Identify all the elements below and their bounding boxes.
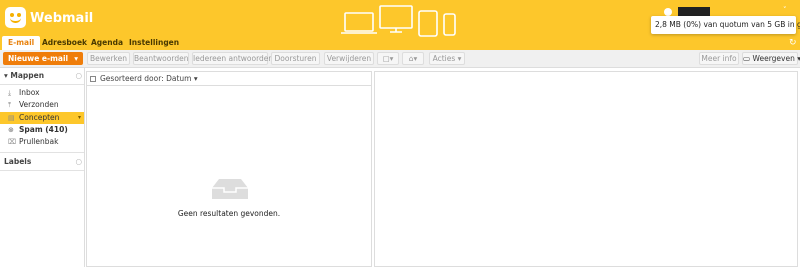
avatar [664, 8, 672, 16]
tag-icon[interactable]: ⌂▾ [402, 52, 424, 65]
labels-section-header[interactable]: Labels ○ [0, 155, 84, 169]
divider [0, 84, 84, 85]
caret-down-icon: ▾ [193, 74, 198, 83]
spam-icon: ⊗ [8, 126, 14, 134]
actions-button[interactable]: Acties ▾ [429, 52, 465, 65]
new-mail-label: Nieuwe e-mail [8, 54, 69, 63]
folder-label: Inbox [19, 88, 40, 97]
inbox-icon: ⤓ [8, 89, 12, 97]
select-all-checkbox[interactable] [90, 76, 96, 82]
caret-down-icon: ▾ [457, 54, 462, 63]
labels-header-label: Labels [4, 157, 32, 166]
tab-instellingen[interactable]: Instellingen [129, 36, 179, 50]
toolbar: Nieuwe e-mail ▾ Bewerken Beantwoorden Ie… [0, 50, 800, 68]
header-bar: Webmail ˅ 2,8 MB (0%) van quotum van 5 G… [0, 0, 800, 50]
view-button[interactable]: ▭ Weergeven ▾ [742, 52, 800, 65]
sidebar-item-verzonden[interactable]: ⤒ Verzonden [0, 99, 84, 111]
drafts-icon: ▤ [8, 114, 15, 122]
divider [0, 152, 84, 153]
view-icon: ▭ [743, 54, 751, 63]
user-name [678, 7, 710, 16]
actions-label: Acties [432, 54, 456, 63]
folder-move-icon[interactable]: ▢▾ [377, 52, 399, 65]
tab-email[interactable]: E-mail [2, 36, 41, 50]
trash-icon: ⌧ [8, 138, 17, 146]
tab-adresboek[interactable]: Adresboek [42, 36, 87, 50]
edit-button[interactable]: Bewerken [87, 52, 130, 65]
delete-button[interactable]: Verwijderen [324, 52, 374, 65]
collapse-caret-icon: ▾ [4, 71, 8, 80]
empty-tray-icon [212, 179, 248, 199]
devices-illustration-icon [341, 5, 456, 37]
quota-tooltip: 2,8 MB (0%) van quotum van 5 GB in gebru… [651, 16, 800, 34]
refresh-icon[interactable]: ↻ [789, 38, 797, 48]
reply-all-button[interactable]: Iedereen antwoorden [192, 52, 273, 65]
webmail-logo-icon[interactable] [5, 7, 26, 28]
folder-label: Concepten [19, 113, 60, 122]
sidebar-item-concepten[interactable]: ▤ Concepten ▾ [0, 112, 84, 124]
sort-dropdown[interactable]: Gesorteerd door: Datum ▾ [100, 72, 198, 86]
new-mail-button[interactable]: Nieuwe e-mail ▾ [3, 52, 83, 65]
divider [0, 170, 84, 171]
sort-label: Gesorteerd door: Datum [100, 74, 192, 83]
folder-label: Prullenbak [19, 137, 59, 146]
folder-label: Verzonden [19, 100, 59, 109]
folder-label: Spam (410) [19, 125, 68, 134]
more-info-button[interactable]: Meer info [699, 52, 739, 65]
mail-list: Gesorteerd door: Datum ▾ Geen resultaten… [86, 71, 372, 267]
sidebar: ▾ Mappen ○ ⤓ Inbox ⤒ Verzonden ▤ Concept… [0, 68, 85, 267]
sidebar-item-inbox[interactable]: ⤓ Inbox [0, 87, 84, 99]
chevron-down-icon[interactable]: ˅ [783, 6, 787, 14]
preview-pane [374, 71, 798, 267]
user-menu[interactable] [664, 7, 710, 16]
sidebar-item-prullenbak[interactable]: ⌧ Prullenbak [0, 136, 84, 148]
sidebar-item-spam[interactable]: ⊗ Spam (410) [0, 124, 84, 136]
folders-section-header[interactable]: ▾ Mappen ○ [0, 69, 84, 83]
forward-button[interactable]: Doorsturen [271, 52, 320, 65]
caret-down-icon: ▾ [74, 54, 78, 63]
gear-icon[interactable]: ○ [75, 69, 82, 83]
reply-button[interactable]: Beantwoorden [133, 52, 189, 65]
tab-agenda[interactable]: Agenda [91, 36, 123, 50]
sent-icon: ⤒ [8, 101, 12, 109]
brand-title: Webmail [30, 11, 94, 26]
empty-message: Geen resultaten gevonden. [177, 209, 281, 218]
caret-down-icon[interactable]: ▾ [78, 112, 81, 124]
folders-header-label: Mappen [10, 71, 45, 80]
list-header: Gesorteerd door: Datum ▾ [87, 72, 371, 86]
gear-icon[interactable]: ○ [75, 155, 82, 169]
view-label: Weergeven [752, 54, 795, 63]
